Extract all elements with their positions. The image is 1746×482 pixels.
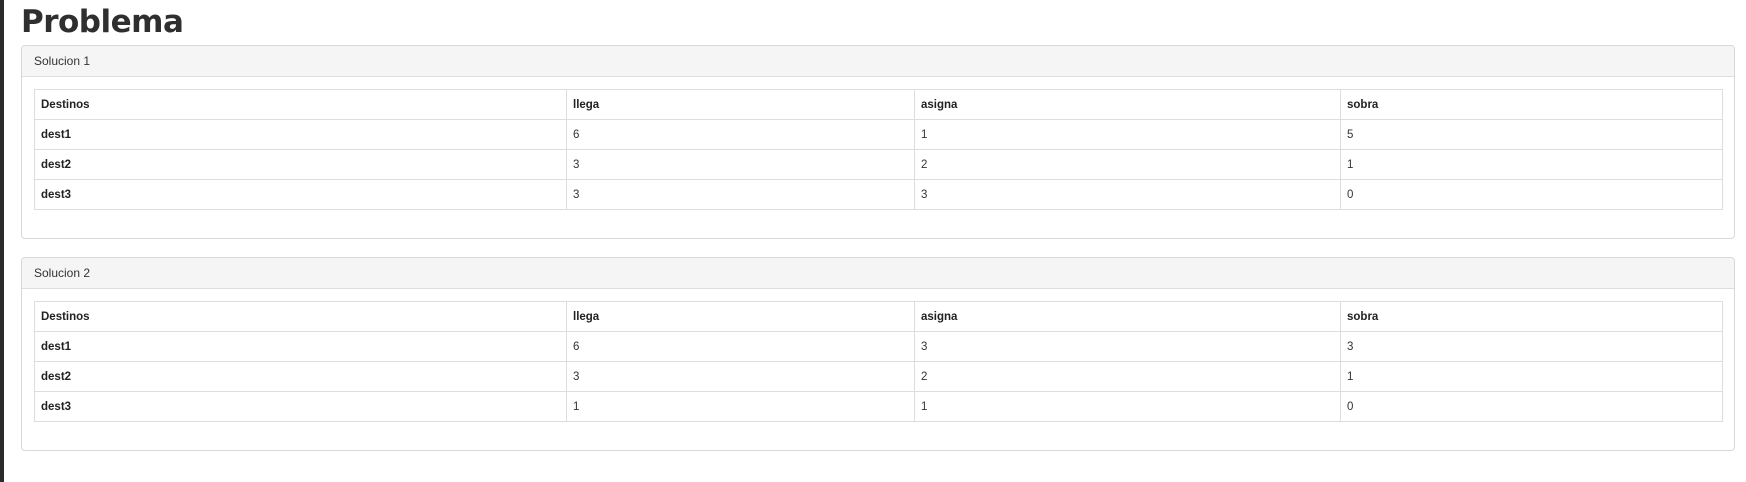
column-header-llega: llega [566,89,915,120]
table-header-row: Destinos llega asigna sobra [34,89,1723,120]
row-destino-cell: dest1 [34,119,567,150]
asigna-cell: 2 [914,149,1341,180]
column-header-destinos: Destinos [34,89,567,120]
asigna-cell: 2 [914,361,1341,392]
window-left-edge [0,0,4,482]
sobra-cell: 0 [1340,179,1723,210]
table-row: dest2 3 2 1 [34,149,1723,180]
row-destino-cell: dest1 [34,331,567,362]
sobra-cell: 0 [1340,391,1723,422]
table-row: dest3 1 1 0 [34,391,1723,422]
llega-cell: 6 [566,331,915,362]
llega-cell: 3 [566,361,915,392]
panel-heading: Solucion 1 [22,46,1734,77]
table-row: dest1 6 1 5 [34,119,1723,150]
row-destino-cell: dest3 [34,179,567,210]
asigna-cell: 1 [914,391,1341,422]
panel-body: Destinos llega asigna sobra dest1 6 1 5 … [22,77,1734,210]
column-header-asigna: asigna [914,301,1341,332]
column-header-llega: llega [566,301,915,332]
row-destino-cell: dest3 [34,391,567,422]
table-header-row: Destinos llega asigna sobra [34,301,1723,332]
llega-cell: 3 [566,149,915,180]
asigna-cell: 3 [914,331,1341,362]
column-header-sobra: sobra [1340,89,1723,120]
sobra-cell: 1 [1340,361,1723,392]
solution-panel-1: Solucion 1 Destinos llega asigna sobra d… [21,45,1735,239]
table-row: dest3 3 3 0 [34,179,1723,210]
sobra-cell: 5 [1340,119,1723,150]
panel-heading: Solucion 2 [22,258,1734,289]
row-destino-cell: dest2 [34,361,567,392]
table-row: dest1 6 3 3 [34,331,1723,362]
llega-cell: 1 [566,391,915,422]
sobra-cell: 1 [1340,149,1723,180]
asigna-cell: 1 [914,119,1341,150]
llega-cell: 3 [566,179,915,210]
solution-panel-2: Solucion 2 Destinos llega asigna sobra d… [21,257,1735,451]
table-row: dest2 3 2 1 [34,361,1723,392]
column-header-asigna: asigna [914,89,1341,120]
page-title: Problema [21,4,184,40]
sobra-cell: 3 [1340,331,1723,362]
row-destino-cell: dest2 [34,149,567,180]
solution-table: Destinos llega asigna sobra dest1 6 1 5 … [34,89,1723,210]
column-header-destinos: Destinos [34,301,567,332]
llega-cell: 6 [566,119,915,150]
column-header-sobra: sobra [1340,301,1723,332]
solution-table: Destinos llega asigna sobra dest1 6 3 3 … [34,301,1723,422]
asigna-cell: 3 [914,179,1341,210]
panel-body: Destinos llega asigna sobra dest1 6 3 3 … [22,289,1734,422]
